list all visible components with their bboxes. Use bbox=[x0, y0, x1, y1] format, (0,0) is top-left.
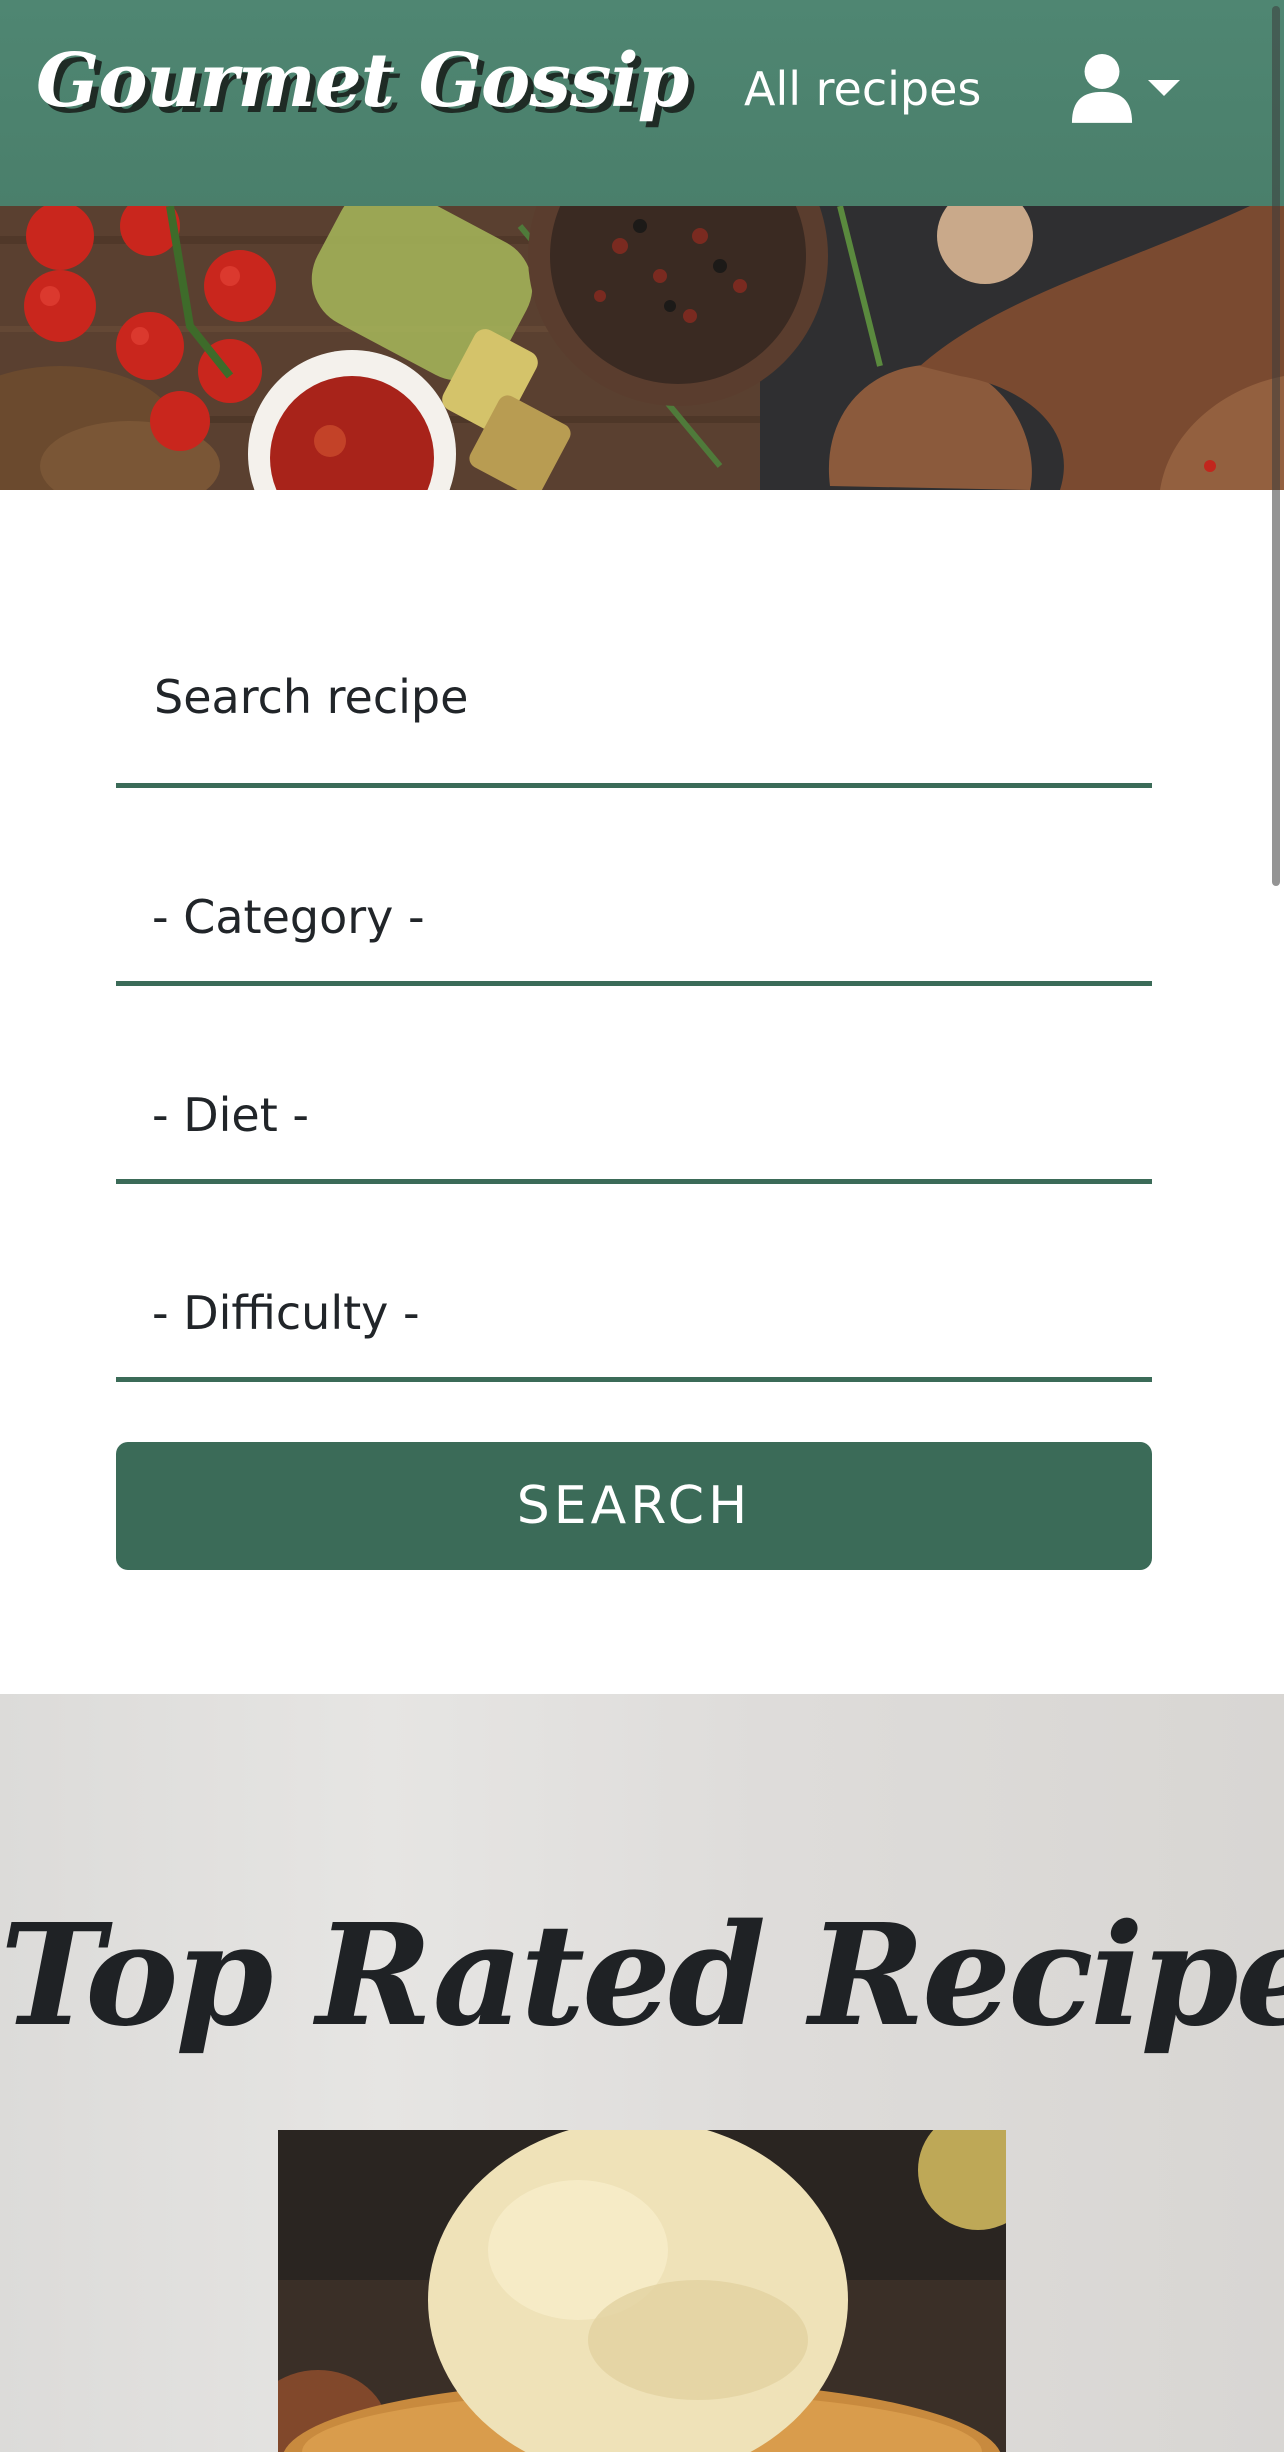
category-select-label: - Category - bbox=[152, 890, 425, 944]
recipe-card[interactable] bbox=[278, 2130, 1006, 2452]
nav-link-all-recipes[interactable]: All recipes bbox=[744, 62, 981, 116]
user-icon bbox=[1071, 54, 1133, 123]
top-rated-section: Top Rated Recipes bbox=[0, 1694, 1284, 2452]
brand-logo[interactable]: Gourmet Gossip bbox=[36, 38, 689, 124]
diet-select-label: - Diet - bbox=[152, 1088, 309, 1142]
recipe-card-image bbox=[278, 2130, 1006, 2452]
difficulty-select-label: - Difficulty - bbox=[152, 1286, 420, 1340]
hero-food-image bbox=[0, 206, 1284, 490]
page: Gourmet Gossip All recipes Search recipe… bbox=[0, 0, 1284, 2452]
navbar: Gourmet Gossip All recipes bbox=[0, 0, 1284, 206]
search-input[interactable]: Search recipe bbox=[116, 650, 1152, 788]
scrollbar[interactable] bbox=[1268, 0, 1284, 2452]
hero-banner bbox=[0, 206, 1284, 490]
search-button[interactable]: SEARCH bbox=[116, 1442, 1152, 1570]
category-select[interactable]: - Category - bbox=[116, 860, 1152, 986]
section-title: Top Rated Recipes bbox=[0, 1894, 1284, 2058]
search-input-placeholder: Search recipe bbox=[154, 670, 469, 724]
difficulty-select[interactable]: - Difficulty - bbox=[116, 1256, 1152, 1382]
diet-select[interactable]: - Diet - bbox=[116, 1058, 1152, 1184]
caret-down-icon bbox=[1148, 80, 1180, 96]
user-menu-dropdown[interactable] bbox=[1070, 48, 1180, 128]
scrollbar-thumb[interactable] bbox=[1272, 6, 1280, 886]
